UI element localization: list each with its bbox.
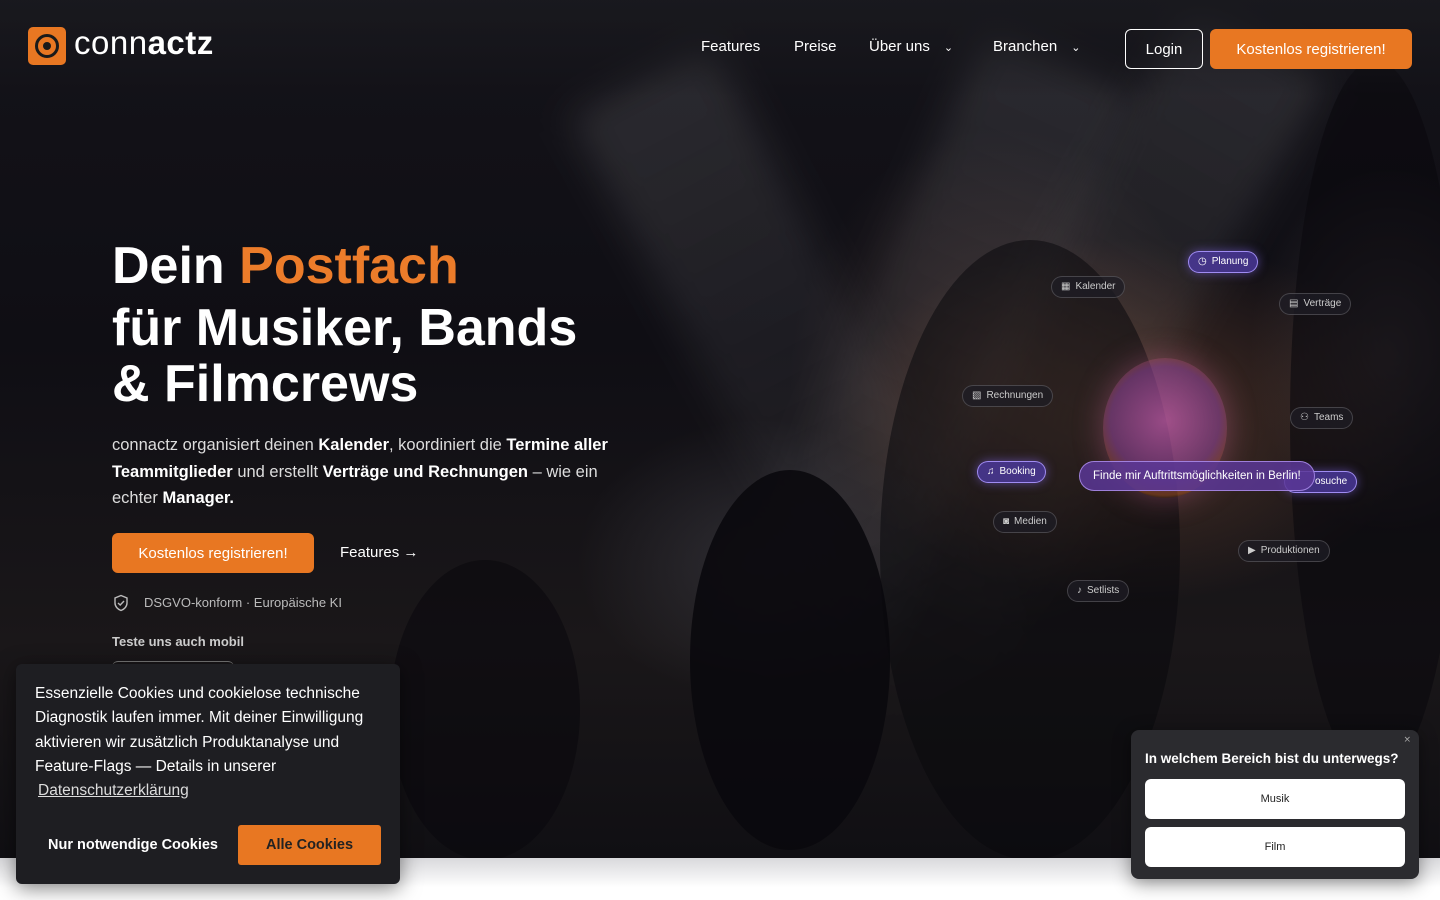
- chip-rechnungen: ▧ Rechnungen: [962, 385, 1054, 407]
- login-button[interactable]: Login: [1125, 29, 1203, 69]
- survey-option-film[interactable]: Film: [1145, 827, 1405, 867]
- register-button-hero[interactable]: Kostenlos registrieren!: [112, 533, 314, 573]
- nav-link-features[interactable]: Features: [701, 38, 760, 55]
- hero-title-line1: Dein Postfach: [112, 237, 459, 295]
- features-link[interactable]: Features →: [340, 544, 418, 561]
- segment-survey: × In welchem Bereich bist du unterwegs? …: [1131, 730, 1419, 879]
- chip-planung: ◷ Planung: [1188, 251, 1259, 273]
- hero-lead-text: connactz organisiert deinen Kalender, ko…: [112, 436, 608, 507]
- video-icon: ▶: [1248, 545, 1256, 556]
- close-icon[interactable]: ×: [1403, 735, 1411, 745]
- nav-label: Branchen: [993, 38, 1058, 55]
- mobile-note: Teste uns auch mobil: [112, 634, 244, 649]
- chip-booking: ♫ Booking: [977, 461, 1046, 483]
- cookie-banner: Essenzielle Cookies und cookielose techn…: [16, 664, 400, 884]
- document-icon: ▤: [1289, 298, 1299, 309]
- music-note-icon: ♫: [987, 466, 995, 477]
- chevron-down-icon: ⌄: [943, 42, 954, 54]
- nav-dropdown-branchen[interactable]: Branchen ⌄: [993, 38, 1080, 55]
- chip-produktionen: ▶ Produktionen: [1238, 540, 1330, 562]
- survey-option-musik[interactable]: Musik: [1145, 779, 1405, 819]
- nav-label: Über uns: [869, 38, 930, 55]
- register-button-nav[interactable]: Kostenlos registrieren!: [1210, 29, 1412, 69]
- top-navigation: connactz Features Preise Über uns ⌄ Branc…: [0, 0, 1440, 96]
- chip-setlists: ♪ Setlists: [1067, 580, 1130, 602]
- hero-title-line3: & Filmcrews: [112, 355, 419, 413]
- cookie-text: Essenzielle Cookies und cookielose techn…: [35, 685, 364, 775]
- camera-icon: ◙: [1003, 516, 1010, 527]
- logo-wordmark[interactable]: connactz: [74, 24, 214, 62]
- survey-question: In welchem Bereich bist du unterwegs?: [1145, 751, 1399, 766]
- chip-vertraege: ▤ Verträge: [1279, 293, 1352, 315]
- chip-kalender: ▦ Kalender: [1051, 276, 1126, 298]
- all-cookies-button[interactable]: Alle Cookies: [238, 825, 381, 865]
- hero-title-line2: für Musiker, Bands: [112, 299, 578, 357]
- nav-link-preise[interactable]: Preise: [794, 38, 837, 55]
- calendar-icon: ▦: [1061, 281, 1071, 292]
- music-note-icon: ♪: [1077, 585, 1082, 596]
- shield-check-icon: [114, 594, 128, 612]
- gdpr-note: DSGVO-konform · Europäische KI: [144, 595, 342, 610]
- users-icon: ⚇: [1300, 412, 1309, 423]
- ai-prompt-bubble: Finde mir Auftrittsmöglichkeiten in Berl…: [1079, 461, 1315, 491]
- privacy-policy-link[interactable]: Datenschutzerklärung: [38, 782, 189, 800]
- chip-teams: ⚇ Teams: [1290, 407, 1354, 429]
- arrow-right-icon: →: [403, 544, 419, 561]
- chevron-down-icon: ⌄: [1071, 42, 1081, 54]
- nav-dropdown-ueber-uns[interactable]: Über uns ⌄: [869, 38, 953, 55]
- clock-icon: ◷: [1198, 256, 1207, 267]
- logo-icon[interactable]: [28, 27, 66, 65]
- invoice-icon: ▧: [972, 390, 982, 401]
- necessary-cookies-button[interactable]: Nur notwendige Cookies: [41, 825, 225, 865]
- chip-medien: ◙ Medien: [993, 511, 1057, 533]
